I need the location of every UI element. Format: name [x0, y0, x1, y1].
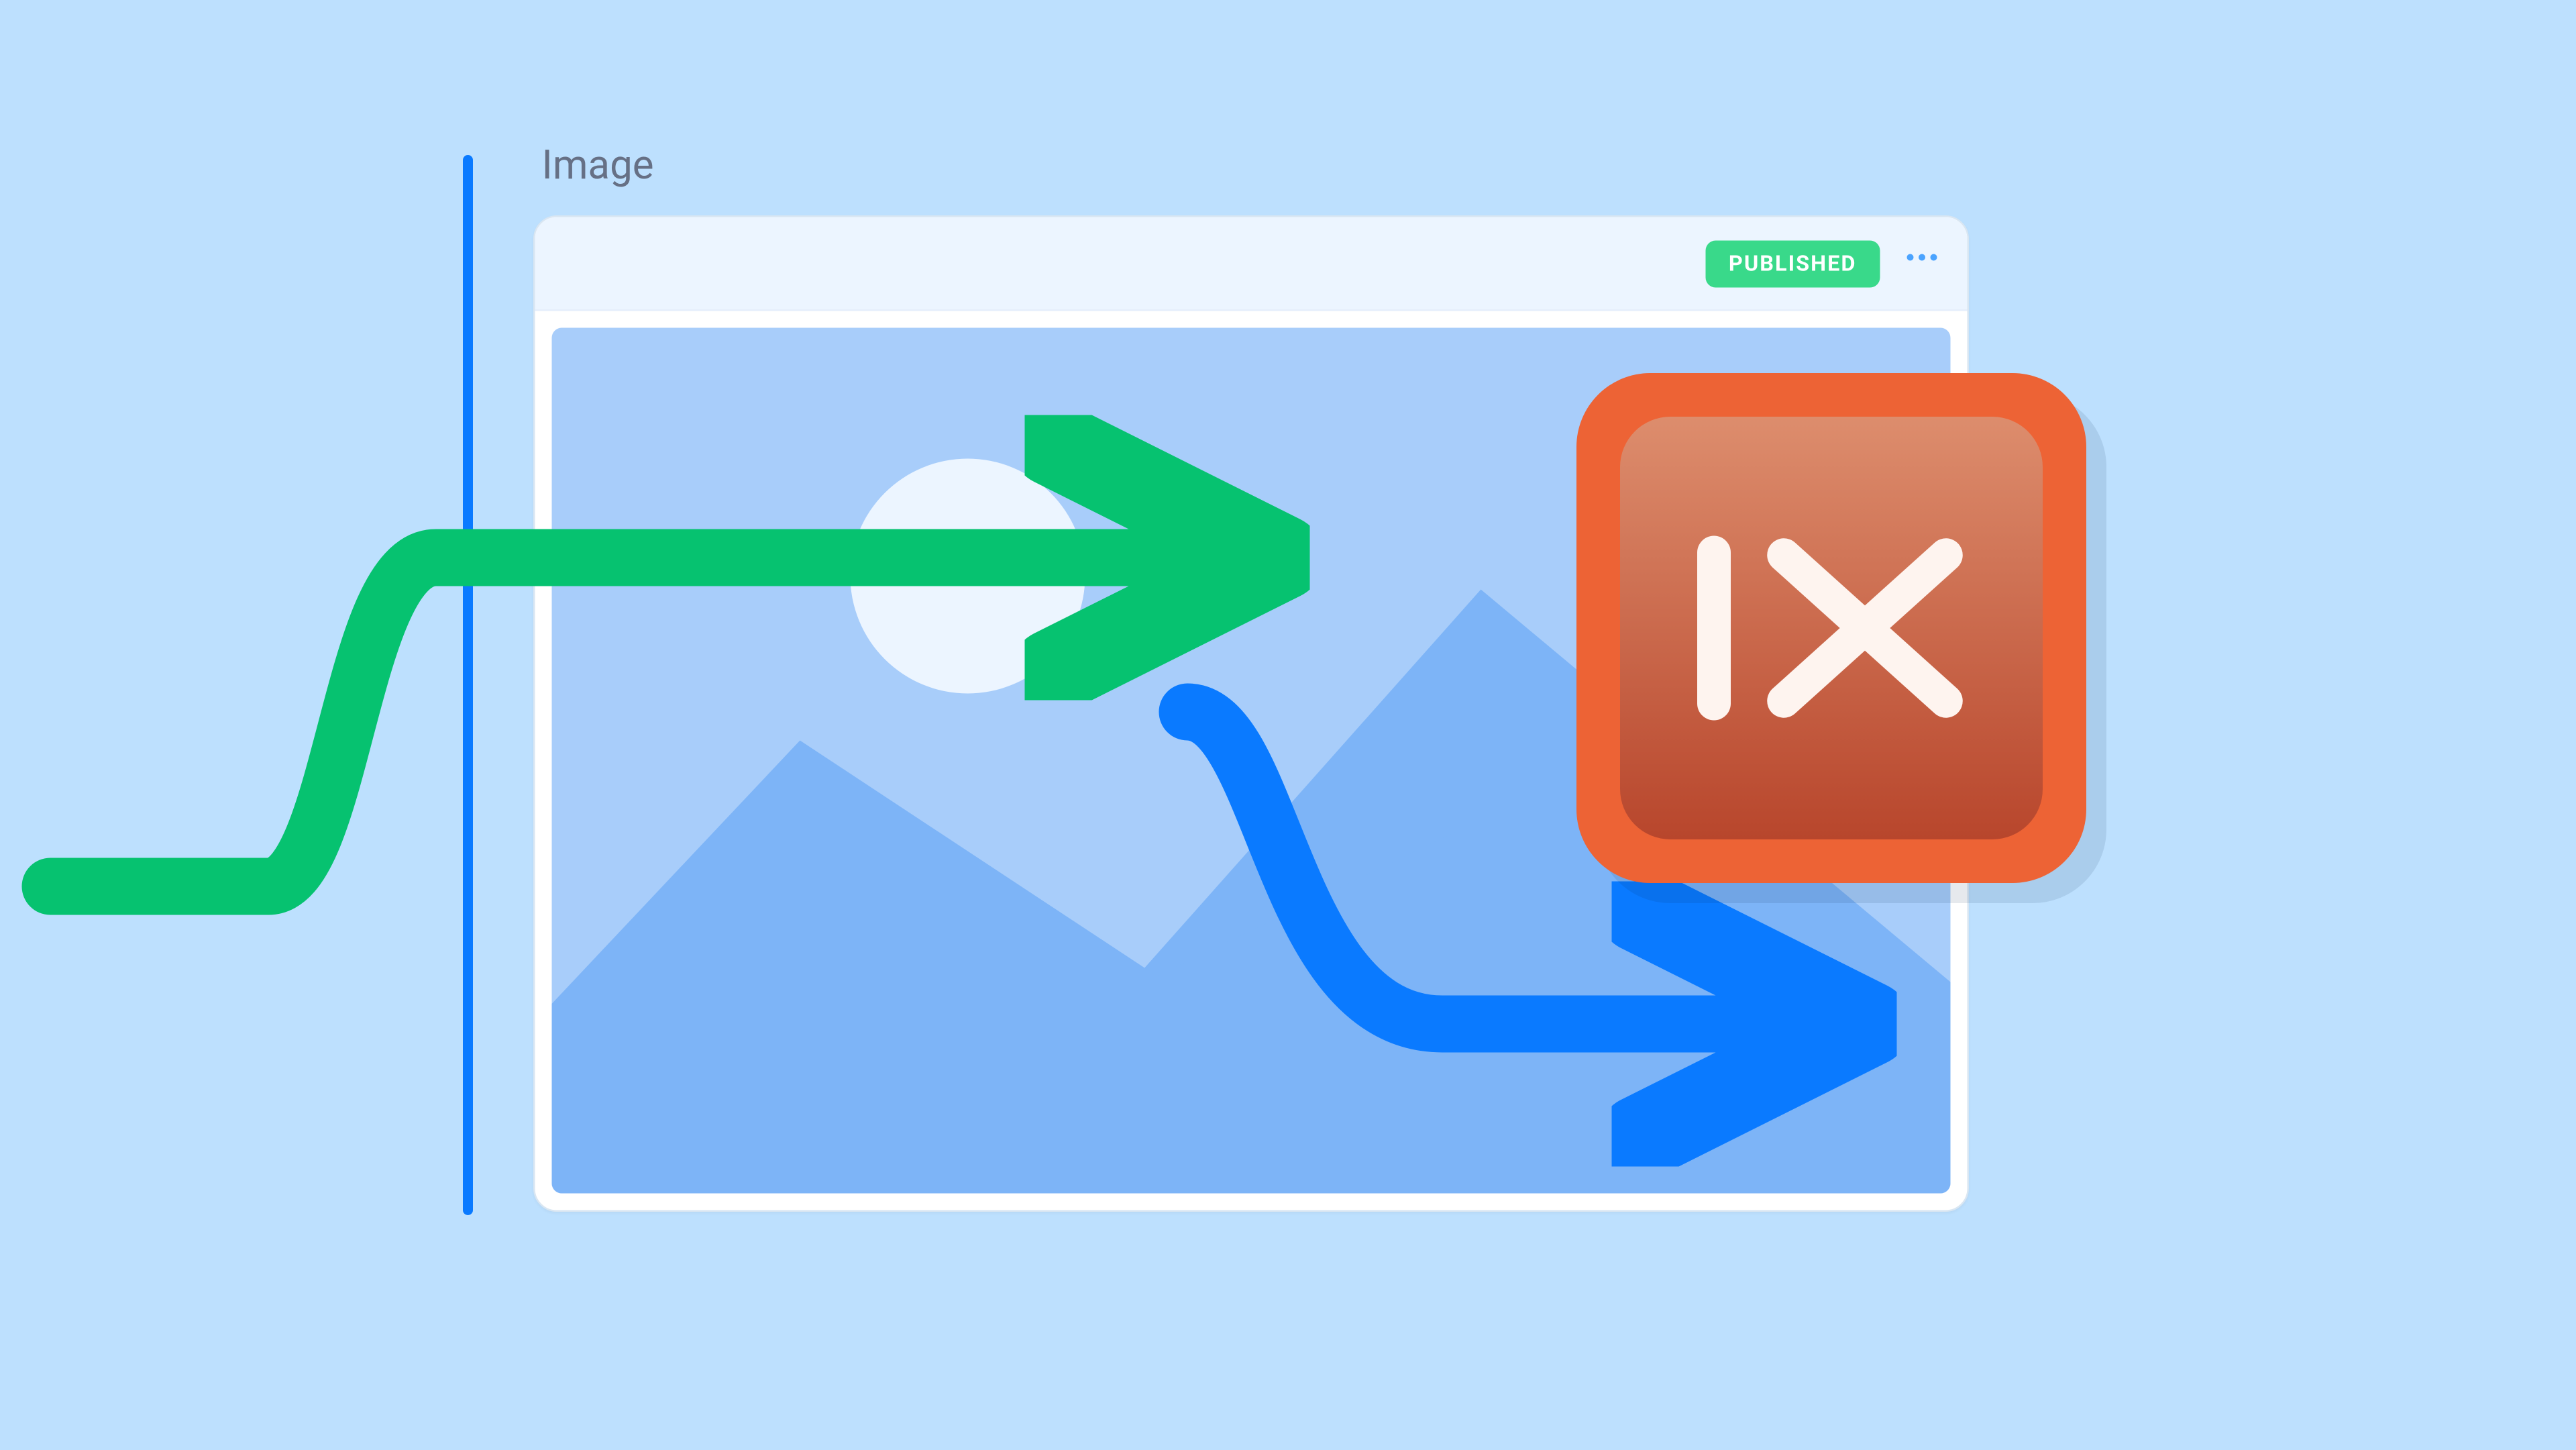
- more-options-icon[interactable]: [1907, 254, 1937, 260]
- imgix-app-badge-inner: [1620, 417, 2043, 839]
- status-badge: PUBLISHED: [1705, 240, 1880, 287]
- imgix-app-badge: [1576, 373, 2086, 883]
- field-left-rule: [463, 155, 473, 1215]
- asset-card-header: PUBLISHED: [535, 217, 1968, 311]
- imgix-logo-icon: [1697, 535, 1966, 720]
- thumbnail-sun-icon: [851, 458, 1085, 693]
- field-label: Image: [542, 142, 654, 189]
- diagram-canvas: Image PUBLISHED: [0, 1, 2576, 1450]
